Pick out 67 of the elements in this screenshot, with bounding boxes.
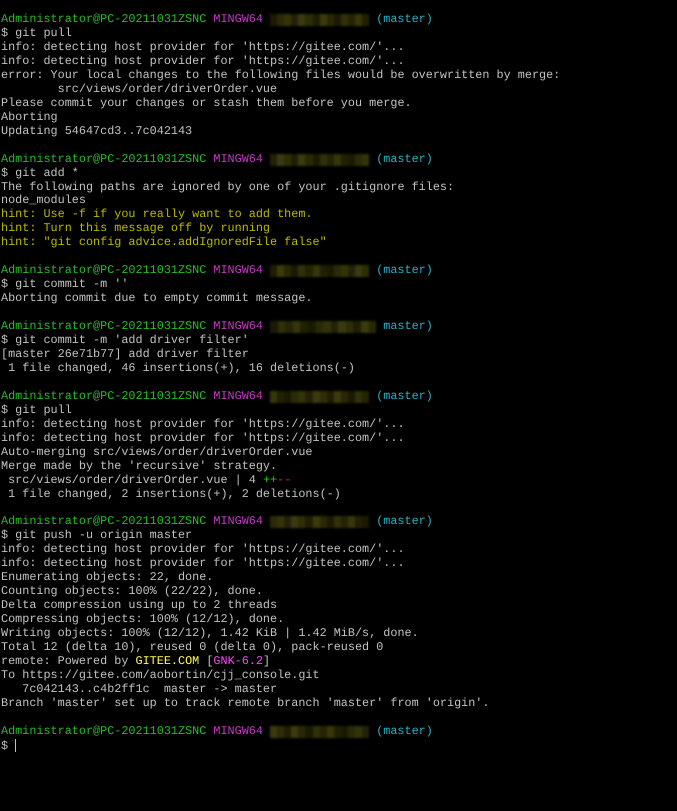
output-line: info: detecting host provider for 'https://gitee.com/'... bbox=[1, 557, 406, 572]
output-line: Aborting commit due to empty commit message. bbox=[1, 292, 314, 306]
output-line: Aborting bbox=[1, 110, 59, 125]
output-line: src/views/order/driverOrder.vue bbox=[56, 82, 278, 97]
shell-name: MINGW64 bbox=[213, 390, 263, 404]
command-line: $ git push -u origin master bbox=[1, 528, 192, 542]
command-line: $ git pull bbox=[1, 402, 72, 417]
command-line: $ git pull bbox=[1, 26, 72, 40]
output-line: error: Your local changes to the following files would be overwritten by merge: bbox=[1, 68, 562, 83]
output-line: To https://gitee.com/aobortin/cjj_console.git bbox=[1, 669, 321, 683]
output-line: Merge made by the 'recursive' strategy. bbox=[1, 460, 278, 474]
output-line: info: detecting host provider for 'https://gitee.com/'... bbox=[1, 418, 406, 432]
output-line: Compressing objects: 100% (12/12), done. bbox=[1, 613, 286, 628]
shell-name: MINGW64 bbox=[213, 13, 263, 27]
output-line: info: detecting host provider for 'https://gitee.com/'... bbox=[1, 54, 406, 69]
output-line: info: detecting host provider for 'https://gitee.com/'... bbox=[1, 432, 406, 446]
branch-name: (master) bbox=[376, 724, 433, 739]
output-text: [ bbox=[206, 654, 214, 668]
output-line: 1 file changed, 46 insertions(+), 16 deletions(-) bbox=[7, 362, 356, 376]
user-host: Administrator@PC-20211031ZSNC bbox=[1, 264, 206, 278]
output-text: remote: Powered by bbox=[1, 654, 128, 668]
output-line: Auto-merging src/views/order/driverOrder.vue bbox=[1, 446, 314, 460]
user-host: Administrator@PC-20211031ZSNC bbox=[1, 724, 206, 739]
user-host: Administrator@PC-20211031ZSNC bbox=[1, 515, 206, 530]
output-line: 1 file changed, 2 insertions(+), 2 deletions(-) bbox=[7, 488, 342, 502]
output-line: Delta compression using up to 2 threads bbox=[1, 599, 278, 614]
deletions-marker: -- bbox=[277, 472, 292, 487]
user-host: Administrator@PC-20211031ZSNC bbox=[1, 320, 206, 334]
output-line: Please commit your changes or stash them before you merge. bbox=[1, 96, 413, 111]
branch-name: master) bbox=[383, 320, 433, 334]
insertions-marker: ++ bbox=[262, 472, 278, 487]
hint-line: hint: Turn this message off by running bbox=[1, 222, 272, 236]
output-line: Branch 'master' set up to track remote branch 'master' from 'origin'. bbox=[1, 696, 490, 711]
output-line: The following paths are ignored by one of your .gitignore files: bbox=[1, 180, 456, 194]
version-tag: GNK-6.2 bbox=[213, 654, 263, 668]
branch-name: (master) bbox=[376, 13, 433, 27]
output-line: Total 12 (delta 10), reused 0 (delta 0), pack-reused 0 bbox=[1, 641, 384, 656]
output-text: ] bbox=[262, 654, 270, 668]
output-line: Counting objects: 100% (22/22), done. bbox=[1, 585, 264, 600]
shell-name: MINGW64 bbox=[213, 264, 263, 278]
output-line: [master 26e71b77] add driver filter bbox=[1, 348, 250, 362]
output-text: src/views/order/driverOrder.vue | 4 bbox=[7, 472, 256, 487]
command-line: $ git add * bbox=[1, 166, 79, 180]
shell-name: MINGW64 bbox=[213, 724, 263, 739]
branch-name: (master) bbox=[376, 390, 433, 404]
output-line: info: detecting host provider for 'https://gitee.com/'... bbox=[1, 543, 406, 558]
shell-name: MINGW64 bbox=[213, 152, 263, 167]
user-host: Administrator@PC-20211031ZSNC bbox=[1, 152, 206, 167]
hint-line: hint: Use -f if you really want to add them. bbox=[1, 208, 314, 222]
hint-line: hint: "git config advice.addIgnoredFile false" bbox=[1, 236, 328, 250]
output-line: Writing objects: 100% (12/12), 1.42 KiB | 1.42 MiB/s, done. bbox=[1, 627, 420, 642]
command-line: $ bbox=[1, 738, 8, 753]
branch-name: (master) bbox=[376, 152, 433, 167]
branch-name: (master) bbox=[376, 515, 433, 530]
branch-name: (master) bbox=[376, 264, 433, 278]
shell-name: MINGW64 bbox=[213, 320, 263, 334]
output-line: 7c042143..c4b2ff1c master -> master bbox=[21, 682, 278, 697]
output-line: info: detecting host provider for 'https://gitee.com/'... bbox=[1, 40, 406, 55]
output-line: node_modules bbox=[1, 194, 87, 208]
user-host: Administrator@PC-20211031ZSNC bbox=[1, 13, 206, 27]
output-line: Updating 54647cd3..7c042143 bbox=[1, 124, 194, 139]
shell-name: MINGW64 bbox=[213, 515, 263, 530]
command-line: $ git commit -m 'add driver filter' bbox=[1, 333, 249, 348]
brand-text: GITEE.COM bbox=[136, 654, 200, 668]
command-line: $ git commit -m '' bbox=[1, 277, 128, 292]
output-line: Enumerating objects: 22, done. bbox=[1, 571, 214, 586]
user-host: Administrator@PC-20211031ZSNC bbox=[1, 390, 206, 404]
